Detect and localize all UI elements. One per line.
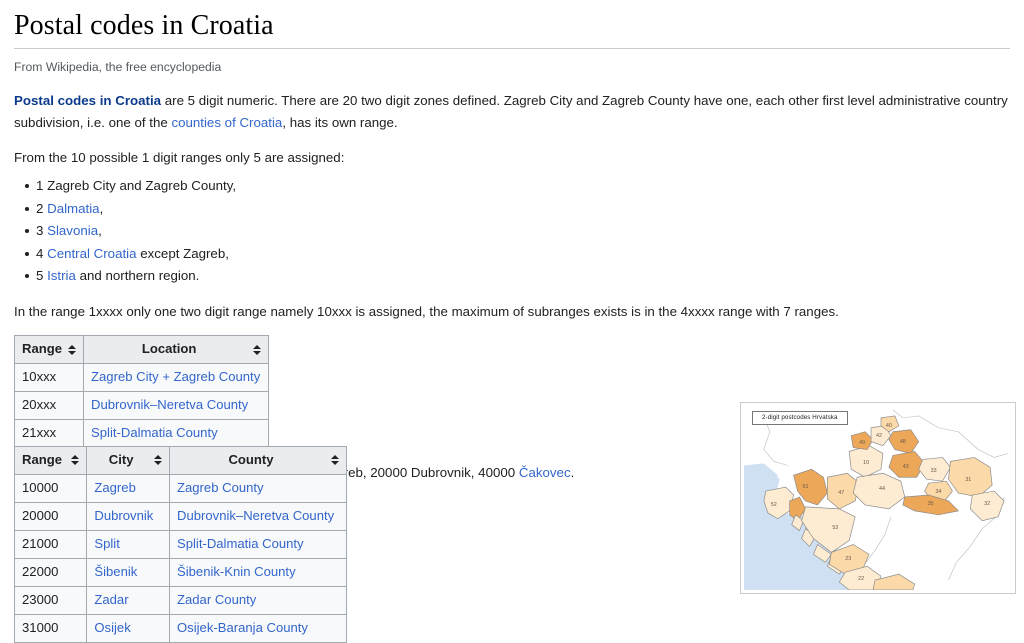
table-header-row: Range City County bbox=[15, 447, 347, 475]
cell-city: Šibenik bbox=[87, 558, 170, 586]
digit-suffix: and northern region. bbox=[76, 268, 199, 283]
cell-location: Dubrovnik–Neretva County bbox=[84, 392, 269, 420]
sort-arrows-icon[interactable] bbox=[331, 454, 340, 466]
table-row: 10000 Zagreb Zagreb County bbox=[15, 474, 347, 502]
column-header-county[interactable]: County bbox=[169, 447, 346, 475]
site-tagline: From Wikipedia, the free encyclopedia bbox=[14, 58, 1010, 76]
sort-arrows-icon[interactable] bbox=[68, 344, 77, 356]
ranges-table: Range Location 10xxx Zagreb City + Zagre… bbox=[14, 335, 269, 448]
cell-city: Zagreb bbox=[87, 474, 170, 502]
ranges-intro: From the 10 possible 1 digit ranges only… bbox=[14, 147, 1010, 169]
link-dalmatia[interactable]: Dalmatia bbox=[47, 201, 99, 216]
digit-suffix: , bbox=[98, 223, 102, 238]
map-thumbnail[interactable]: 2-digit postcodes Hrvatska 5251471049424… bbox=[740, 402, 1016, 594]
link-location[interactable]: Zagreb City + Zagreb County bbox=[91, 369, 260, 384]
table-row: 22000 Šibenik Šibenik-Knin County bbox=[15, 558, 347, 586]
link-city[interactable]: Osijek bbox=[94, 620, 130, 635]
lead-sentence-1: are 5 digit numeric. There are 20 two di… bbox=[14, 93, 1008, 130]
link-istria[interactable]: Istria bbox=[47, 268, 76, 283]
column-header-label: Location bbox=[142, 341, 197, 356]
sort-arrows-icon[interactable] bbox=[71, 454, 80, 466]
sort-arrows-icon[interactable] bbox=[253, 344, 262, 356]
page-title: Postal codes in Croatia bbox=[14, 8, 1010, 49]
cell-city: Zadar bbox=[87, 586, 170, 614]
column-header-label: County bbox=[228, 452, 273, 467]
cell-county: Šibenik-Knin County bbox=[169, 558, 346, 586]
digit-range-list: 1 Zagreb City and Zagreb County, 2 Dalma… bbox=[14, 175, 1010, 288]
cell-county: Osijek-Baranja County bbox=[169, 614, 346, 642]
digit-prefix: 3 bbox=[36, 223, 47, 238]
digit-prefix: 4 bbox=[36, 246, 47, 261]
cell-county: Dubrovnik–Neretva County bbox=[169, 502, 346, 530]
range-note: In the range 1xxxx only one two digit ra… bbox=[14, 301, 1010, 323]
cell-city: Split bbox=[87, 530, 170, 558]
digit-prefix: 2 bbox=[36, 201, 47, 216]
link-counties-of-croatia[interactable]: counties of Croatia bbox=[171, 115, 282, 130]
column-header-range[interactable]: Range bbox=[15, 447, 87, 475]
zeros-note-suffix: . bbox=[571, 465, 575, 480]
cities-table-wrapper: Range City County 10000 Zagreb Zagreb Co… bbox=[14, 433, 347, 643]
cell-city: Osijek bbox=[87, 614, 170, 642]
cell-county: Zagreb County bbox=[169, 474, 346, 502]
digit-range-text: 1 Zagreb City and Zagreb County, bbox=[36, 178, 236, 193]
link-county[interactable]: Šibenik-Knin County bbox=[177, 564, 296, 579]
cell-location: Zagreb City + Zagreb County bbox=[84, 364, 269, 392]
link-city[interactable]: Zagreb bbox=[94, 480, 136, 495]
list-item: 1 Zagreb City and Zagreb County, bbox=[36, 175, 1010, 198]
article-page: Postal codes in Croatia From Wikipedia, … bbox=[0, 8, 1024, 603]
table-row: 10xxx Zagreb City + Zagreb County bbox=[15, 364, 269, 392]
table-row: 23000 Zadar Zadar County bbox=[15, 586, 347, 614]
link-city[interactable]: Zadar bbox=[94, 592, 128, 607]
link-county[interactable]: Dubrovnik–Neretva County bbox=[177, 508, 334, 523]
table-row: 20xxx Dubrovnik–Neretva County bbox=[15, 392, 269, 420]
lead-bold-term: Postal codes in Croatia bbox=[14, 93, 161, 108]
column-header-label: City bbox=[109, 452, 134, 467]
list-item: 2 Dalmatia, bbox=[36, 198, 1010, 221]
lead-sentence-2: , has its own range. bbox=[282, 115, 397, 130]
link-slavonia[interactable]: Slavonia bbox=[47, 223, 98, 238]
link-city[interactable]: Dubrovnik bbox=[94, 508, 153, 523]
sort-arrows-icon[interactable] bbox=[154, 454, 163, 466]
table-row: 20000 Dubrovnik Dubrovnik–Neretva County bbox=[15, 502, 347, 530]
cell-range: 22000 bbox=[15, 558, 87, 586]
column-header-label: Range bbox=[22, 452, 62, 467]
lead-paragraph: Postal codes in Croatia are 5 digit nume… bbox=[14, 90, 1010, 133]
digit-prefix: 5 bbox=[36, 268, 47, 283]
link-location[interactable]: Dubrovnik–Neretva County bbox=[91, 397, 248, 412]
link-city[interactable]: Šibenik bbox=[94, 564, 137, 579]
cell-range: 23000 bbox=[15, 586, 87, 614]
link-cakovec[interactable]: Čakovec bbox=[519, 465, 571, 480]
link-county[interactable]: Split-Dalmatia County bbox=[177, 536, 304, 551]
cell-range: 21000 bbox=[15, 530, 87, 558]
link-county[interactable]: Osijek-Baranja County bbox=[177, 620, 308, 635]
link-county[interactable]: Zadar County bbox=[177, 592, 256, 607]
map-image: 2-digit postcodes Hrvatska 5251471049424… bbox=[744, 406, 1012, 590]
croatia-postcode-map-svg bbox=[744, 406, 1012, 590]
link-central-croatia[interactable]: Central Croatia bbox=[47, 246, 136, 261]
column-header-label: Range bbox=[22, 341, 62, 356]
digit-suffix: except Zagreb, bbox=[137, 246, 229, 261]
link-county[interactable]: Zagreb County bbox=[177, 480, 264, 495]
digit-suffix: , bbox=[100, 201, 104, 216]
cell-county: Split-Dalmatia County bbox=[169, 530, 346, 558]
cities-table: Range City County 10000 Zagreb Zagreb Co… bbox=[14, 446, 347, 643]
cell-range: 20000 bbox=[15, 502, 87, 530]
list-item: 3 Slavonia, bbox=[36, 220, 1010, 243]
cell-range: 20xxx bbox=[15, 392, 84, 420]
list-item: 5 Istria and northern region. bbox=[36, 265, 1010, 288]
table-row: 31000 Osijek Osijek-Baranja County bbox=[15, 614, 347, 642]
cell-county: Zadar County bbox=[169, 586, 346, 614]
cell-range: 31000 bbox=[15, 614, 87, 642]
cell-city: Dubrovnik bbox=[87, 502, 170, 530]
link-city[interactable]: Split bbox=[94, 536, 119, 551]
table-header-row: Range Location bbox=[15, 336, 269, 364]
column-header-city[interactable]: City bbox=[87, 447, 170, 475]
table-row: 21000 Split Split-Dalmatia County bbox=[15, 530, 347, 558]
cell-range: 10000 bbox=[15, 474, 87, 502]
column-header-location[interactable]: Location bbox=[84, 336, 269, 364]
map-caption: 2-digit postcodes Hrvatska bbox=[752, 411, 848, 425]
cell-range: 10xxx bbox=[15, 364, 84, 392]
list-item: 4 Central Croatia except Zagreb, bbox=[36, 243, 1010, 266]
column-header-range[interactable]: Range bbox=[15, 336, 84, 364]
